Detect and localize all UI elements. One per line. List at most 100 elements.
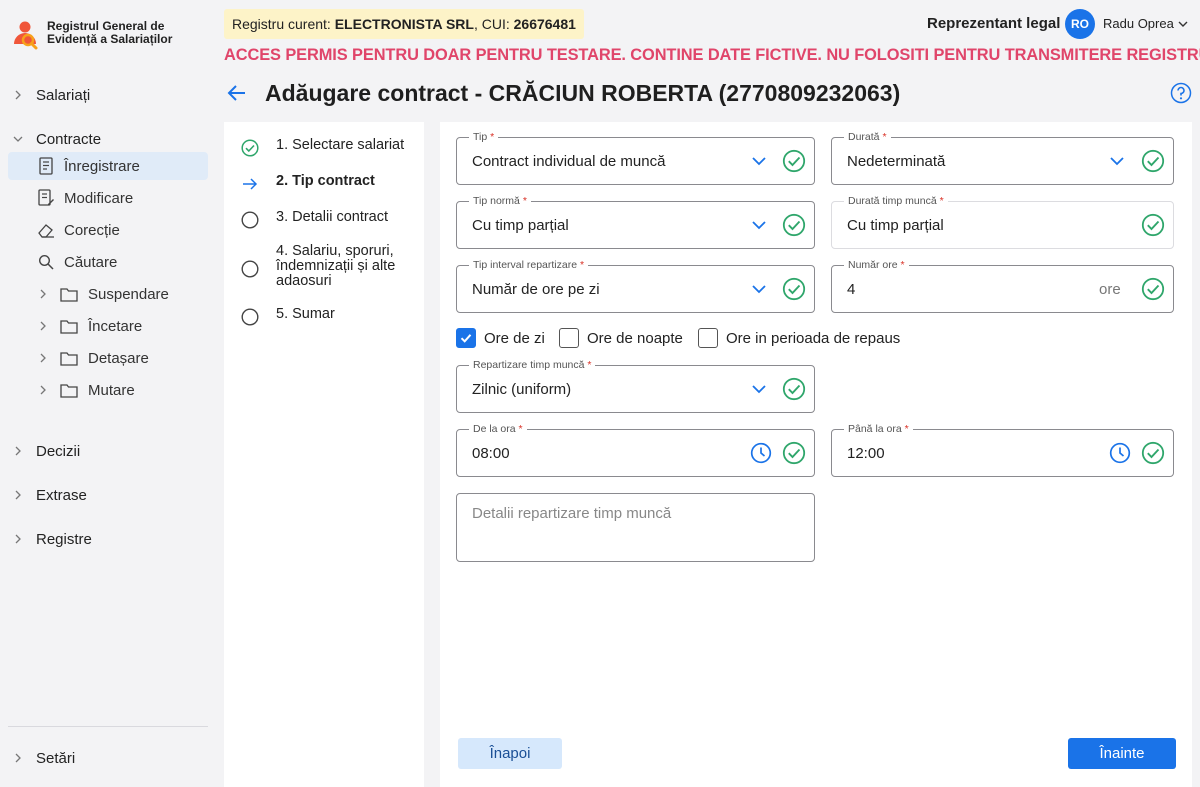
back-button[interactable]: Înapoi bbox=[458, 738, 562, 769]
chevron-right-icon bbox=[8, 753, 28, 763]
de-la-ora-input[interactable]: De la ora * 08:00 bbox=[456, 422, 815, 477]
checkbox-label: Ore in perioada de repaus bbox=[726, 329, 901, 347]
step-sumar[interactable]: 5. Sumar bbox=[240, 307, 411, 327]
user-name[interactable]: Radu Oprea bbox=[1103, 16, 1174, 31]
sidebar-item-label: Setări bbox=[36, 749, 76, 767]
check-circle-icon bbox=[782, 213, 806, 237]
sidebar-item-extrase[interactable]: Extrase bbox=[8, 481, 208, 509]
logo-icon bbox=[11, 20, 39, 50]
chevron-right-icon bbox=[36, 289, 50, 299]
sidebar-item-suspendare[interactable]: Suspendare bbox=[8, 280, 208, 308]
chevron-down-icon[interactable] bbox=[749, 379, 769, 399]
contract-form: Tip * Contract individual de muncă Durat… bbox=[440, 122, 1192, 787]
checkbox-label: Ore de noapte bbox=[587, 329, 683, 347]
registry-prefix: Registru curent: bbox=[232, 16, 335, 32]
ore-perioada-repaus-checkbox[interactable]: Ore in perioada de repaus bbox=[698, 328, 900, 348]
registry-company: ELECTRONISTA SRL bbox=[334, 16, 474, 32]
ore-de-noapte-checkbox[interactable]: Ore de noapte bbox=[559, 328, 683, 348]
chevron-right-icon bbox=[36, 353, 50, 363]
current-registry-badge: Registru curent: ELECTRONISTA SRL , CUI:… bbox=[224, 9, 584, 39]
field-value: 08:00 bbox=[472, 445, 510, 462]
tip-norma-select[interactable]: Tip normă * Cu timp parțial bbox=[456, 194, 815, 249]
sidebar-item-label: Suspendare bbox=[88, 285, 169, 303]
chevron-right-icon bbox=[36, 385, 50, 395]
sidebar-item-label: Corecție bbox=[64, 221, 120, 239]
sidebar-item-label: Contracte bbox=[36, 130, 102, 148]
sidebar-item-label: Înregistrare bbox=[64, 157, 140, 175]
check-circle-icon bbox=[1141, 277, 1165, 301]
sidebar-item-label: Salariați bbox=[36, 86, 91, 104]
back-arrow-icon[interactable] bbox=[226, 82, 248, 104]
chevron-down-icon[interactable] bbox=[1176, 17, 1190, 31]
detalii-repartizare-textarea[interactable]: Detalii repartizare timp muncă bbox=[456, 493, 815, 562]
clock-icon[interactable] bbox=[750, 442, 772, 464]
sidebar-item-inregistrare[interactable]: Înregistrare bbox=[8, 152, 208, 180]
user-role: Reprezentant legal bbox=[927, 15, 1061, 32]
registry-cui: 26676481 bbox=[513, 16, 576, 32]
sidebar-item-detasare[interactable]: Detașare bbox=[8, 344, 208, 372]
field-value: 4 bbox=[847, 281, 856, 298]
next-button[interactable]: Înainte bbox=[1068, 738, 1176, 769]
tip-select[interactable]: Tip * Contract individual de muncă bbox=[456, 130, 815, 185]
field-value: Cu timp parțial bbox=[847, 217, 944, 234]
sidebar-divider bbox=[8, 726, 208, 727]
chevron-down-icon[interactable] bbox=[1107, 151, 1127, 171]
chevron-down-icon[interactable] bbox=[749, 215, 769, 235]
checkbox-checked-icon[interactable] bbox=[456, 328, 476, 348]
step-tip-contract[interactable]: 2. Tip contract bbox=[240, 174, 411, 194]
sidebar-item-corectie[interactable]: Corecție bbox=[8, 216, 208, 244]
field-label: Durată timp muncă * bbox=[844, 194, 948, 208]
sidebar-item-salariati[interactable]: Salariați bbox=[8, 81, 208, 109]
sidebar-item-label: Decizii bbox=[36, 442, 81, 460]
document-icon bbox=[36, 156, 56, 176]
sidebar-item-label: Detașare bbox=[88, 349, 149, 367]
field-value: Zilnic (uniform) bbox=[472, 381, 572, 398]
field-value: Nedeterminată bbox=[847, 153, 946, 170]
app-logo[interactable]: Registrul General de Evidență a Salariaț… bbox=[11, 20, 187, 50]
folder-icon bbox=[60, 349, 80, 367]
numar-ore-input[interactable]: Număr ore * 4 ore bbox=[831, 258, 1174, 313]
repartizare-timp-select[interactable]: Repartizare timp muncă * Zilnic (uniform… bbox=[456, 358, 815, 413]
sidebar-item-label: Mutare bbox=[88, 381, 135, 399]
checkbox-unchecked-icon[interactable] bbox=[559, 328, 579, 348]
app-title: Registrul General de Evidență a Salariaț… bbox=[47, 19, 173, 46]
chevron-right-icon bbox=[8, 490, 28, 500]
chevron-down-icon[interactable] bbox=[749, 151, 769, 171]
ore-de-zi-checkbox[interactable]: Ore de zi bbox=[456, 328, 545, 348]
field-value: 12:00 bbox=[847, 445, 885, 462]
pana-la-ora-input[interactable]: Până la ora * 12:00 bbox=[831, 422, 1174, 477]
field-label: Tip * bbox=[469, 130, 499, 144]
field-value: Număr de ore pe zi bbox=[472, 281, 600, 298]
field-label: Repartizare timp muncă * bbox=[469, 358, 596, 372]
sidebar-item-contracte[interactable]: Contracte bbox=[8, 125, 208, 153]
circle-icon bbox=[240, 307, 260, 327]
sidebar-item-incetare[interactable]: Încetare bbox=[8, 312, 208, 340]
tip-interval-select[interactable]: Tip interval repartizare * Număr de ore … bbox=[456, 258, 815, 313]
sidebar-item-registre[interactable]: Registre bbox=[8, 525, 208, 553]
chevron-right-icon bbox=[36, 321, 50, 331]
sidebar-item-label: Încetare bbox=[88, 317, 143, 335]
step-selectare-salariat[interactable]: 1. Selectare salariat bbox=[240, 138, 411, 158]
sidebar-item-modificare[interactable]: Modificare bbox=[8, 184, 208, 212]
search-icon bbox=[36, 252, 56, 272]
arrow-right-icon bbox=[240, 174, 260, 194]
clock-icon[interactable] bbox=[1109, 442, 1131, 464]
chevron-down-icon[interactable] bbox=[749, 279, 769, 299]
wizard-steps: 1. Selectare salariat 2. Tip contract 3.… bbox=[224, 122, 424, 787]
sidebar-item-decizii[interactable]: Decizii bbox=[8, 437, 208, 465]
chevron-right-icon bbox=[8, 534, 28, 544]
sidebar-item-setari[interactable]: Setări bbox=[8, 744, 208, 772]
field-label: Până la ora * bbox=[844, 422, 913, 436]
help-icon[interactable] bbox=[1170, 82, 1192, 104]
step-salariu-sporuri[interactable]: 4. Salariu, sporuri, îndemnizații și alt… bbox=[240, 244, 411, 289]
chevron-right-icon bbox=[8, 446, 28, 456]
sidebar-item-cautare[interactable]: Căutare bbox=[8, 248, 208, 276]
sidebar-item-mutare[interactable]: Mutare bbox=[8, 376, 208, 404]
step-detalii-contract[interactable]: 3. Detalii contract bbox=[240, 210, 411, 230]
avatar[interactable]: RO bbox=[1065, 9, 1095, 39]
durata-select[interactable]: Durată * Nedeterminată bbox=[831, 130, 1174, 185]
document-edit-icon bbox=[36, 188, 56, 208]
checkbox-unchecked-icon[interactable] bbox=[698, 328, 718, 348]
field-label: Durată * bbox=[844, 130, 891, 144]
field-label: Tip normă * bbox=[469, 194, 531, 208]
